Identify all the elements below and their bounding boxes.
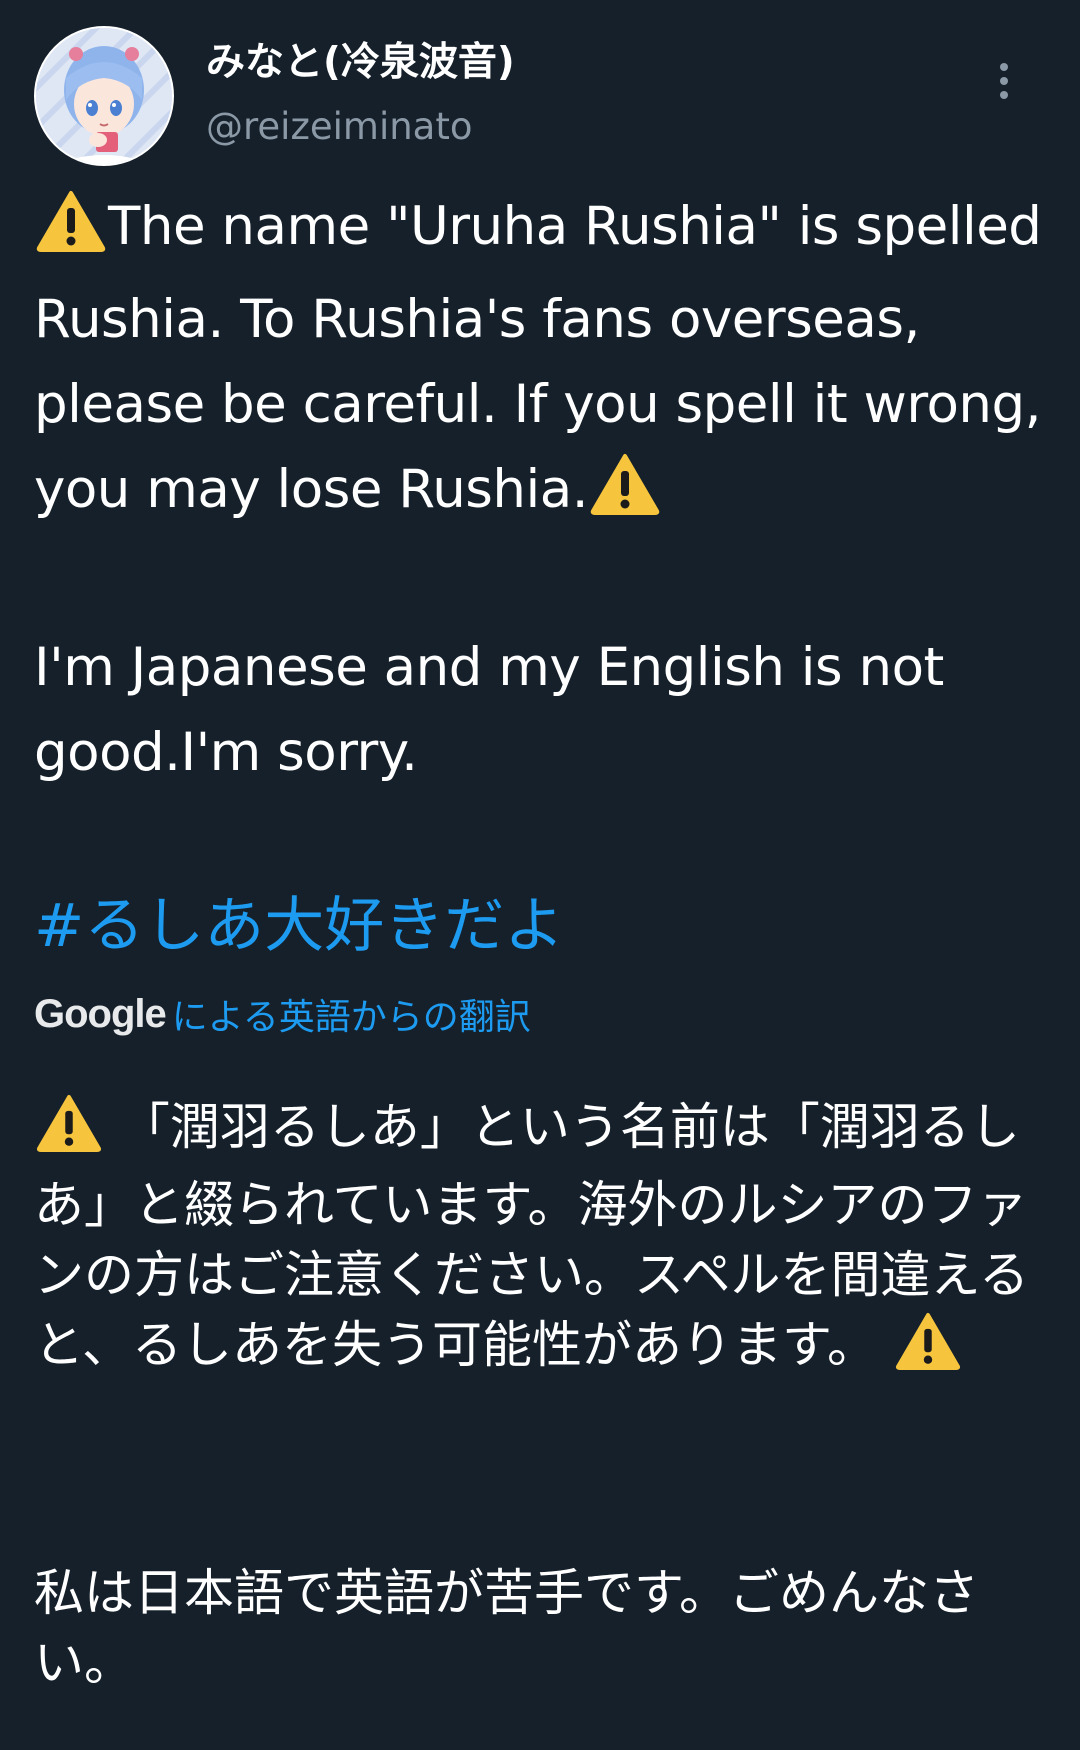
hashtag-link[interactable]: #るしあ大好きだよ bbox=[34, 886, 564, 966]
tweet-apology: I'm Japanese and my English is not good.… bbox=[34, 637, 944, 783]
google-logo: Google bbox=[34, 991, 167, 1036]
tweet-paragraph: The name "Uruha Rushia" is spelled Rushi… bbox=[34, 184, 1054, 540]
avatar-illustration bbox=[36, 28, 172, 164]
translation-attribution: Google による英語からの翻訳 bbox=[34, 986, 1046, 1042]
translated-body: 「潤羽るしあ」という名前は「潤羽るしあ」と綴られています。海外のルシアのファンの… bbox=[34, 1098, 1029, 1374]
more-options-icon bbox=[1000, 63, 1008, 99]
translated-text: 「潤羽るしあ」という名前は「潤羽るしあ」と綴られています。海外のルシアのファンの… bbox=[34, 1092, 1044, 1698]
warning-icon bbox=[36, 1094, 102, 1170]
translated-paragraph: 「潤羽るしあ」という名前は「潤羽るしあ」と綴られています。海外のルシアのファンの… bbox=[34, 1092, 1044, 1388]
author-names: みなと(冷泉波音) @reizeiminato bbox=[206, 38, 515, 152]
user-handle[interactable]: @reizeiminato bbox=[206, 102, 515, 152]
warning-icon bbox=[590, 453, 660, 540]
avatar[interactable] bbox=[34, 26, 174, 166]
tweet-body-english: The name "Uruha Rushia" is spelled Rushi… bbox=[34, 196, 1042, 520]
more-options-button[interactable] bbox=[976, 46, 1032, 116]
translation-link[interactable]: による英語からの翻訳 bbox=[172, 988, 531, 1040]
warning-icon bbox=[36, 190, 106, 277]
tweet-text: The name "Uruha Rushia" is spelled Rushi… bbox=[34, 184, 1054, 880]
translated-apology: 私は日本語で英語が苦手です。ごめんなさい。 bbox=[34, 1564, 979, 1692]
warning-icon bbox=[895, 1312, 961, 1388]
display-name[interactable]: みなと(冷泉波音) bbox=[206, 38, 515, 88]
tweet-detail: みなと(冷泉波音) @reizeiminato The name "Uruha … bbox=[0, 0, 1080, 1750]
tweet-header: みなと(冷泉波音) @reizeiminato bbox=[34, 24, 1046, 174]
